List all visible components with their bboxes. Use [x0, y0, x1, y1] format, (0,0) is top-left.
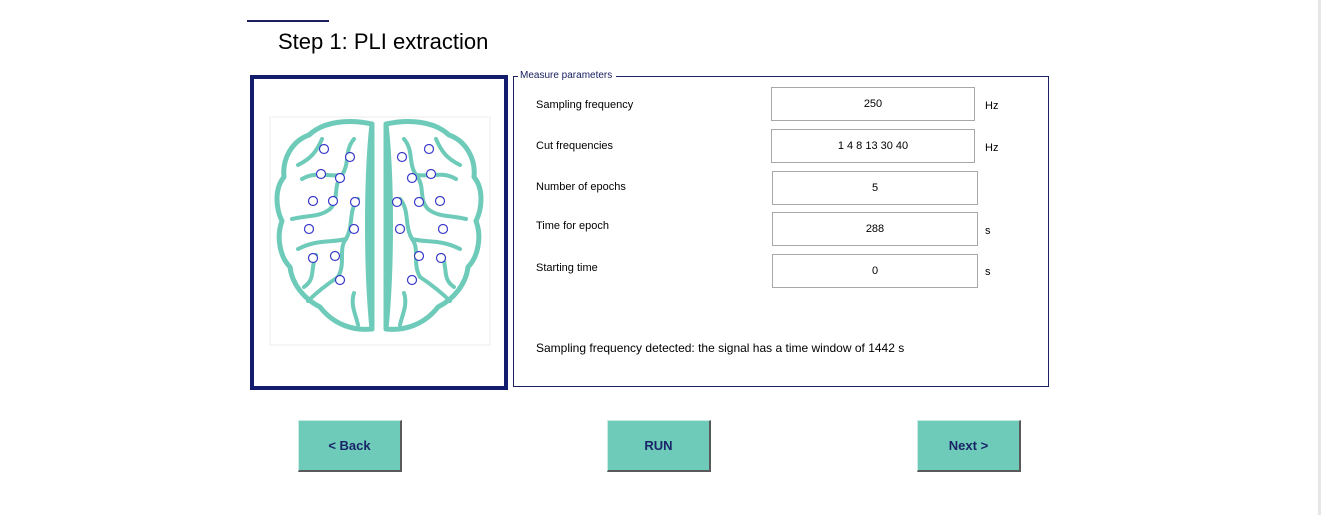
starting-time-input[interactable]: 0	[772, 254, 978, 288]
page-title: Step 1: PLI extraction	[278, 29, 489, 54]
number-of-epochs-label: Number of epochs	[536, 181, 626, 193]
measure-parameters-legend: Measure parameters	[518, 70, 617, 81]
sampling-frequency-input[interactable]: 250	[771, 87, 975, 121]
run-button[interactable]: RUN	[607, 420, 711, 472]
time-for-epoch-unit: s	[985, 225, 991, 237]
back-button[interactable]: < Back	[298, 420, 402, 472]
sampling-frequency-unit: Hz	[985, 100, 999, 112]
brain-electrode-map	[269, 116, 491, 346]
sampling-frequency-label: Sampling frequency	[536, 99, 634, 111]
cut-frequencies-input[interactable]: 1 4 8 13 30 40	[771, 129, 975, 163]
brain-image-frame	[250, 75, 508, 390]
next-button[interactable]: Next >	[917, 420, 1021, 472]
cut-frequencies-label: Cut frequencies	[536, 140, 614, 152]
starting-time-label: Starting time	[536, 262, 598, 274]
number-of-epochs-input[interactable]: 5	[772, 171, 978, 205]
time-for-epoch-input[interactable]: 288	[772, 212, 978, 246]
starting-time-unit: s	[985, 266, 991, 278]
title-rule	[247, 20, 329, 22]
status-message: Sampling frequency detected: the signal …	[536, 341, 905, 355]
time-for-epoch-label: Time for epoch	[536, 220, 609, 232]
cut-frequencies-unit: Hz	[985, 142, 999, 154]
